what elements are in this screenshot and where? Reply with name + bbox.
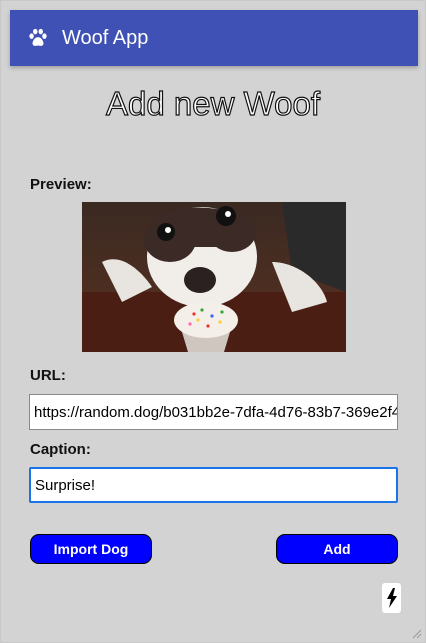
add-button[interactable]: Add [276,534,398,564]
url-label: URL: [30,367,66,384]
preview-label: Preview: [30,176,92,193]
paw-icon [29,28,47,46]
page-title: Add new Woof [105,84,321,122]
import-dog-button[interactable]: Import Dog [30,534,152,564]
resize-grip-icon[interactable] [410,627,422,639]
lightning-button[interactable] [382,583,401,613]
caption-input[interactable]: Surprise! [29,467,398,503]
app-frame: Woof App Add new Woof Preview: URL: http… [0,0,426,643]
app-bar: Woof App [10,10,418,66]
lightning-icon [386,588,397,608]
caption-label: Caption: [30,441,91,458]
preview-image [82,202,346,352]
app-title: Woof App [62,26,149,49]
url-input[interactable]: https://random.dog/b031bb2e-7dfa-4d76-83… [29,394,398,430]
